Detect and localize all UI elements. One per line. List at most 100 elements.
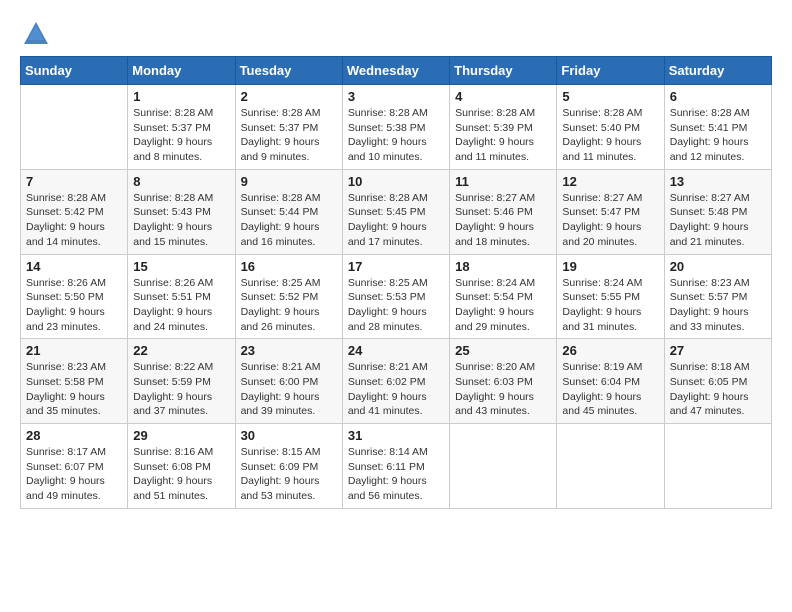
day-number: 3 [348,89,444,104]
calendar-cell: 14 Sunrise: 8:26 AMSunset: 5:50 PMDayligh… [21,254,128,339]
day-number: 10 [348,174,444,189]
day-info: Sunrise: 8:25 AMSunset: 5:53 PMDaylight:… [348,276,444,335]
calendar-cell: 25Sunrise: 8:20 AMSunset: 6:03 PMDayligh… [450,339,557,424]
day-info: Sunrise: 8:28 AMSunset: 5:37 PMDaylight:… [241,106,337,165]
logo [20,20,50,46]
calendar-cell: 20Sunrise: 8:23 AMSunset: 5:57 PMDayligh… [664,254,771,339]
day-info: Sunrise: 8:23 AMSunset: 5:58 PMDaylight:… [26,360,122,419]
day-number: 7 [26,174,122,189]
page-header [20,20,772,46]
day-number: 5 [562,89,658,104]
day-number: 15 [133,259,229,274]
day-number: 26 [562,343,658,358]
day-info: Sunrise: 8:26 AMSunset: 5:50 PMDaylight:… [26,276,122,335]
calendar-cell: 12 Sunrise: 8:27 AMSunset: 5:47 PMDayligh… [557,169,664,254]
calendar-cell: 19Sunrise: 8:24 AMSunset: 5:55 PMDayligh… [557,254,664,339]
day-info: Sunrise: 8:21 AMSunset: 6:00 PMDaylight:… [241,360,337,419]
day-info: Sunrise: 8:28 AMSunset: 5:44 PMDaylight:… [241,191,337,250]
calendar-cell: 3 Sunrise: 8:28 AMSunset: 5:38 PMDaylight… [342,85,449,170]
day-info: Sunrise: 8:19 AMSunset: 6:04 PMDaylight:… [562,360,658,419]
calendar-cell: 15 Sunrise: 8:26 AMSunset: 5:51 PMDayligh… [128,254,235,339]
calendar-cell [450,424,557,509]
weekday-header: Saturday [664,57,771,85]
weekday-header: Friday [557,57,664,85]
weekday-header: Tuesday [235,57,342,85]
calendar-cell: 29 Sunrise: 8:16 AMSunset: 6:08 PMDayligh… [128,424,235,509]
calendar-cell: 28Sunrise: 8:17 AMSunset: 6:07 PMDayligh… [21,424,128,509]
day-info: Sunrise: 8:28 AMSunset: 5:37 PMDaylight:… [133,106,229,165]
day-number: 1 [133,89,229,104]
weekday-header: Wednesday [342,57,449,85]
day-info: Sunrise: 8:28 AMSunset: 5:38 PMDaylight:… [348,106,444,165]
day-info: Sunrise: 8:28 AMSunset: 5:39 PMDaylight:… [455,106,551,165]
day-info: Sunrise: 8:28 AMSunset: 5:43 PMDaylight:… [133,191,229,250]
day-info: Sunrise: 8:28 AMSunset: 5:45 PMDaylight:… [348,191,444,250]
day-info: Sunrise: 8:24 AMSunset: 5:55 PMDaylight:… [562,276,658,335]
day-number: 31 [348,428,444,443]
calendar-week-row: 28Sunrise: 8:17 AMSunset: 6:07 PMDayligh… [21,424,772,509]
calendar-cell: 13 Sunrise: 8:27 AMSunset: 5:48 PMDayligh… [664,169,771,254]
calendar-header: SundayMondayTuesdayWednesdayThursdayFrid… [21,57,772,85]
day-number: 23 [241,343,337,358]
calendar-table: SundayMondayTuesdayWednesdayThursdayFrid… [20,56,772,509]
calendar-week-row: 7 Sunrise: 8:28 AMSunset: 5:42 PMDaylight… [21,169,772,254]
day-number: 28 [26,428,122,443]
day-number: 20 [670,259,766,274]
calendar-cell: 31Sunrise: 8:14 AMSunset: 6:11 PMDayligh… [342,424,449,509]
day-number: 21 [26,343,122,358]
day-info: Sunrise: 8:15 AMSunset: 6:09 PMDaylight:… [241,445,337,504]
calendar-cell: 6 Sunrise: 8:28 AMSunset: 5:41 PMDaylight… [664,85,771,170]
calendar-week-row: 21 Sunrise: 8:23 AMSunset: 5:58 PMDayligh… [21,339,772,424]
day-number: 22 [133,343,229,358]
day-info: Sunrise: 8:26 AMSunset: 5:51 PMDaylight:… [133,276,229,335]
day-info: Sunrise: 8:28 AMSunset: 5:41 PMDaylight:… [670,106,766,165]
day-number: 16 [241,259,337,274]
calendar-cell: 30 Sunrise: 8:15 AMSunset: 6:09 PMDayligh… [235,424,342,509]
day-number: 17 [348,259,444,274]
day-info: Sunrise: 8:21 AMSunset: 6:02 PMDaylight:… [348,360,444,419]
day-number: 8 [133,174,229,189]
day-info: Sunrise: 8:16 AMSunset: 6:08 PMDaylight:… [133,445,229,504]
day-number: 6 [670,89,766,104]
day-info: Sunrise: 8:24 AMSunset: 5:54 PMDaylight:… [455,276,551,335]
day-number: 14 [26,259,122,274]
day-number: 4 [455,89,551,104]
day-info: Sunrise: 8:27 AMSunset: 5:47 PMDaylight:… [562,191,658,250]
logo-icon [22,20,50,48]
calendar-cell: 22 Sunrise: 8:22 AMSunset: 5:59 PMDayligh… [128,339,235,424]
calendar-cell: 16 Sunrise: 8:25 AMSunset: 5:52 PMDayligh… [235,254,342,339]
calendar-cell: 8 Sunrise: 8:28 AMSunset: 5:43 PMDaylight… [128,169,235,254]
day-number: 13 [670,174,766,189]
calendar-cell: 9 Sunrise: 8:28 AMSunset: 5:44 PMDaylight… [235,169,342,254]
calendar-cell: 4 Sunrise: 8:28 AMSunset: 5:39 PMDaylight… [450,85,557,170]
calendar-week-row: 14 Sunrise: 8:26 AMSunset: 5:50 PMDayligh… [21,254,772,339]
weekday-header: Monday [128,57,235,85]
calendar-cell: 21 Sunrise: 8:23 AMSunset: 5:58 PMDayligh… [21,339,128,424]
calendar-cell [21,85,128,170]
day-info: Sunrise: 8:18 AMSunset: 6:05 PMDaylight:… [670,360,766,419]
day-number: 29 [133,428,229,443]
day-info: Sunrise: 8:28 AMSunset: 5:40 PMDaylight:… [562,106,658,165]
day-number: 2 [241,89,337,104]
day-info: Sunrise: 8:22 AMSunset: 5:59 PMDaylight:… [133,360,229,419]
logo-text [20,20,50,48]
calendar-cell: 10 Sunrise: 8:28 AMSunset: 5:45 PMDayligh… [342,169,449,254]
calendar-cell: 23 Sunrise: 8:21 AMSunset: 6:00 PMDayligh… [235,339,342,424]
calendar-cell: 11Sunrise: 8:27 AMSunset: 5:46 PMDayligh… [450,169,557,254]
day-info: Sunrise: 8:25 AMSunset: 5:52 PMDaylight:… [241,276,337,335]
day-number: 9 [241,174,337,189]
calendar-cell: 24Sunrise: 8:21 AMSunset: 6:02 PMDayligh… [342,339,449,424]
day-number: 30 [241,428,337,443]
calendar-week-row: 1 Sunrise: 8:28 AMSunset: 5:37 PMDaylight… [21,85,772,170]
calendar-cell [557,424,664,509]
day-number: 27 [670,343,766,358]
weekday-header: Thursday [450,57,557,85]
day-number: 18 [455,259,551,274]
day-info: Sunrise: 8:20 AMSunset: 6:03 PMDaylight:… [455,360,551,419]
calendar-cell: 5 Sunrise: 8:28 AMSunset: 5:40 PMDaylight… [557,85,664,170]
day-info: Sunrise: 8:27 AMSunset: 5:46 PMDaylight:… [455,191,551,250]
day-info: Sunrise: 8:27 AMSunset: 5:48 PMDaylight:… [670,191,766,250]
day-number: 12 [562,174,658,189]
day-info: Sunrise: 8:28 AMSunset: 5:42 PMDaylight:… [26,191,122,250]
calendar-cell: 26 Sunrise: 8:19 AMSunset: 6:04 PMDayligh… [557,339,664,424]
